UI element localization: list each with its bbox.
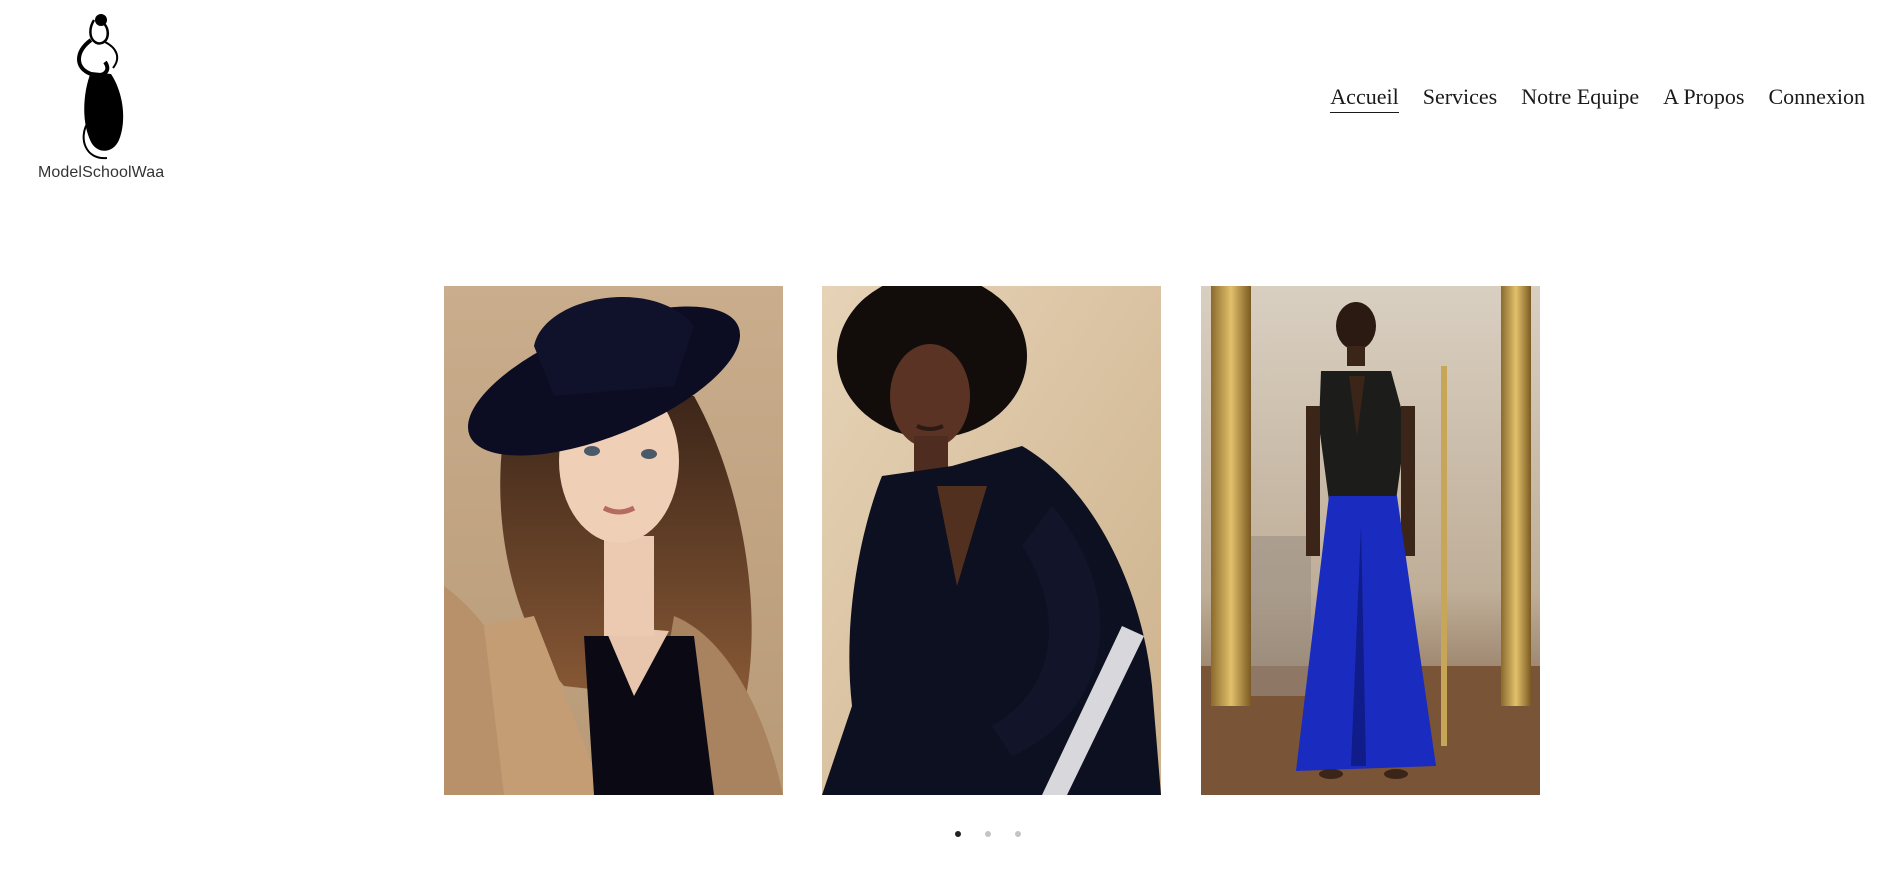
nav-item-notre-equipe[interactable]: Notre Equipe: [1521, 84, 1639, 112]
main-nav: Accueil Services Notre Equipe A Propos C…: [1330, 84, 1865, 113]
carousel-slide-1[interactable]: [444, 286, 783, 795]
carousel-dot-2[interactable]: [985, 831, 991, 837]
model-photo-hat-coat: [444, 286, 783, 795]
nav-item-connexion[interactable]: Connexion: [1768, 84, 1865, 112]
carousel-slide-3[interactable]: [1201, 286, 1540, 795]
brand-name: ModelSchoolWaa: [38, 164, 165, 181]
nav-item-a-propos[interactable]: A Propos: [1663, 84, 1744, 112]
carousel-dot-3[interactable]: [1015, 831, 1021, 837]
image-carousel: [444, 286, 1540, 796]
carousel-indicators: [955, 831, 1021, 837]
woman-silhouette-logo-icon: [76, 14, 123, 160]
brand-logo-link[interactable]: ModelSchoolWaa: [38, 12, 165, 182]
nav-item-services[interactable]: Services: [1423, 84, 1498, 112]
page: ModelSchoolWaa Accueil Services Notre Eq…: [0, 0, 1893, 893]
carousel-slide-2[interactable]: [822, 286, 1161, 795]
model-photo-runway-blue-pants: [1201, 286, 1540, 795]
model-photo-afro-black-outfit: [822, 286, 1161, 795]
carousel-dot-1[interactable]: [955, 831, 961, 837]
nav-item-accueil[interactable]: Accueil: [1330, 84, 1399, 113]
